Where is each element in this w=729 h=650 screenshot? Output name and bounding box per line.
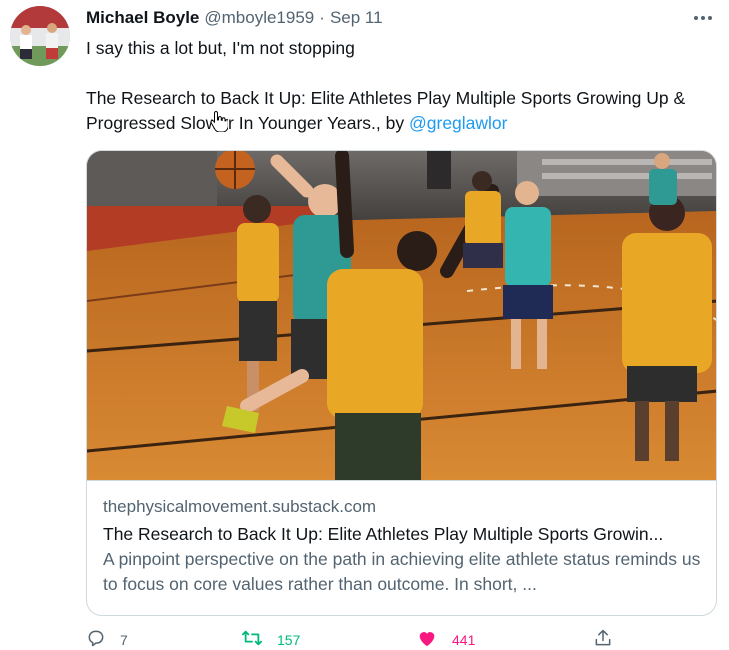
author-handle[interactable]: @mboyle1959 xyxy=(204,8,314,28)
mention-link[interactable]: @greglawlor xyxy=(409,113,508,133)
retweet-icon xyxy=(241,628,263,650)
card-description: A pinpoint perspective on the path in ac… xyxy=(103,549,701,594)
more-icon[interactable] xyxy=(691,8,715,28)
link-card[interactable]: thephysicalmovement.substack.com The Res… xyxy=(86,150,717,616)
reply-icon xyxy=(86,628,106,650)
like-count: 441 xyxy=(452,631,476,648)
avatar[interactable] xyxy=(10,6,70,66)
tweet-line-2: The Research to Back It Up: Elite Athlet… xyxy=(86,86,716,136)
card-body: thephysicalmovement.substack.com The Res… xyxy=(103,496,703,597)
reply-button[interactable]: 7 xyxy=(86,628,128,650)
separator-dot: · xyxy=(319,8,325,27)
card-image[interactable] xyxy=(87,151,716,481)
heart-icon xyxy=(416,628,438,650)
retweet-count: 157 xyxy=(277,631,301,648)
share-button[interactable] xyxy=(593,628,613,650)
card-domain: thephysicalmovement.substack.com xyxy=(103,497,377,516)
tweet-text: I say this a lot but, I'm not stopping T… xyxy=(86,36,716,136)
retweet-button[interactable]: 157 xyxy=(241,628,300,650)
card-title: The Research to Back It Up: Elite Athlet… xyxy=(103,524,664,544)
tweet-header: Michael Boyle @mboyle1959 · Sep 11 xyxy=(86,8,383,30)
like-button[interactable]: 441 xyxy=(416,628,475,650)
tweet-line-2-text: The Research to Back It Up: Elite Athlet… xyxy=(86,88,686,133)
share-icon xyxy=(593,628,613,650)
tweet-date[interactable]: Sep 11 xyxy=(330,8,383,28)
reply-count: 7 xyxy=(120,631,128,648)
author-name[interactable]: Michael Boyle xyxy=(86,8,199,28)
tweet-line-1: I say this a lot but, I'm not stopping xyxy=(86,38,355,58)
tweet[interactable]: Michael Boyle @mboyle1959 · Sep 11 I say… xyxy=(0,0,729,650)
action-bar: 7 157 441 xyxy=(86,628,716,650)
